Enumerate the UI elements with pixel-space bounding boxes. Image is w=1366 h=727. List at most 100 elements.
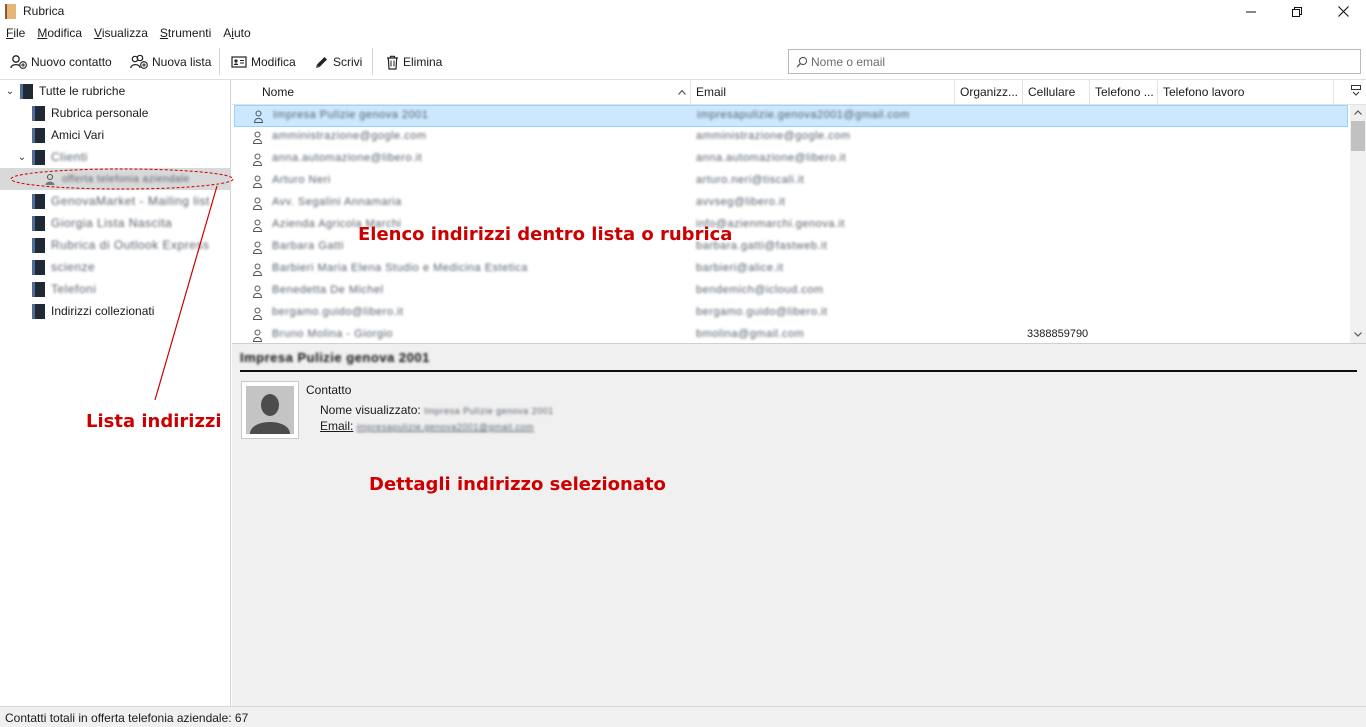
tree-item-indirizzi-collezionati[interactable]: Indirizzi collezionati	[0, 300, 231, 322]
mailing-list-icon	[45, 173, 55, 185]
address-book-icon	[5, 4, 16, 19]
restore-button[interactable]	[1274, 0, 1320, 23]
person-icon	[253, 219, 262, 232]
display-name-row: Nome visualizzato: Impresa Pulizie genov…	[320, 403, 554, 417]
tree-item-telefoni[interactable]: Telefoni	[0, 278, 231, 300]
person-icon	[253, 329, 262, 342]
tree-item-amici-vari[interactable]: Amici Vari	[0, 124, 231, 146]
write-button[interactable]: Scrivi	[312, 50, 364, 74]
contact-row[interactable]: Benedetta De Michel bendemich@icloud.com	[234, 281, 1348, 303]
tree-item-clienti[interactable]: ⌄ Clienti	[0, 146, 231, 168]
tree-item-genovamarket[interactable]: GenovaMarket - Mailing list	[0, 190, 231, 212]
address-book-icon	[32, 149, 45, 165]
person-icon	[253, 263, 262, 276]
minimize-icon	[1246, 11, 1256, 12]
address-book-icon	[32, 193, 45, 209]
column-organization[interactable]: Organizz...	[955, 80, 1023, 105]
sort-ascending-icon	[678, 89, 686, 95]
chevron-down-icon[interactable]: ⌄	[4, 86, 16, 97]
contact-row[interactable]: Barbieri Maria Elena Studio e Medicina E…	[234, 259, 1348, 281]
edit-label: Modifica	[251, 55, 296, 69]
annotation-detail-label: Dettagli indirizzo selezionato	[369, 474, 666, 495]
status-bar: Contatti totali in offerta telefonia azi…	[0, 706, 1366, 727]
new-contact-label: Nuovo contatto	[31, 55, 112, 69]
close-button[interactable]	[1320, 0, 1366, 23]
edit-card-icon	[231, 56, 247, 68]
scroll-down-icon[interactable]	[1354, 332, 1362, 337]
person-icon	[253, 131, 262, 144]
status-text: Contatti totali in offerta telefonia azi…	[5, 711, 249, 725]
window-title: Rubrica	[23, 4, 65, 18]
contact-row[interactable]: Arturo Neri arturo.neri@tiscali.it	[234, 171, 1348, 193]
search-field[interactable]	[788, 49, 1361, 74]
column-phone[interactable]: Telefono ...	[1090, 80, 1158, 105]
annotation-contacts-label: Elenco indirizzi dentro lista o rubrica	[358, 224, 733, 245]
address-book-icon	[32, 215, 45, 231]
delete-label: Elimina	[403, 55, 443, 69]
column-work-phone[interactable]: Telefono lavoro	[1158, 80, 1334, 105]
contact-row[interactable]: Avv. Segalini Annamaria avvseg@libero.it	[234, 193, 1348, 215]
tree-item-scienze[interactable]: scienze	[0, 256, 231, 278]
new-list-button[interactable]: Nuova lista	[128, 50, 213, 74]
restore-icon	[1292, 6, 1302, 17]
tree-item-rubrica-personale[interactable]: Rubrica personale	[0, 102, 231, 124]
column-name[interactable]: Nome	[257, 80, 691, 105]
column-picker-button[interactable]	[1350, 84, 1366, 101]
email-link[interactable]: impresapulizie.genova2001@gmail.com	[357, 422, 534, 432]
delete-button[interactable]: Elimina	[384, 50, 444, 74]
menu-aiuto[interactable]: Aiuto	[217, 23, 256, 43]
add-contact-icon	[10, 55, 27, 69]
edit-button[interactable]: Modifica	[229, 50, 298, 74]
title-bar: Rubrica	[0, 0, 1366, 23]
minimize-button[interactable]	[1228, 0, 1274, 23]
annotation-list-label: Lista indirizzi	[86, 411, 222, 432]
contact-list: Nome Email Organizz... Cellulare Telefon…	[232, 80, 1366, 344]
new-contact-button[interactable]: Nuovo contatto	[8, 50, 114, 74]
address-book-icon	[32, 237, 45, 253]
person-icon	[253, 307, 262, 320]
tree-item-all-books[interactable]: ⌄ Tutte le rubriche	[0, 80, 231, 102]
column-header: Nome Email Organizz... Cellulare Telefon…	[232, 80, 1366, 105]
menu-modifica[interactable]: Modifica	[31, 23, 88, 43]
address-book-icon	[32, 105, 45, 121]
chevron-down-icon[interactable]: ⌄	[16, 152, 28, 163]
menu-strumenti[interactable]: Strumenti	[154, 23, 217, 43]
vertical-scrollbar[interactable]	[1350, 105, 1366, 343]
write-label: Scrivi	[333, 55, 363, 69]
search-input[interactable]	[811, 51, 1351, 72]
menu-visualizza[interactable]: Visualizza	[88, 23, 154, 43]
tree-item-offerta-telefonia[interactable]: offerta telefonia aziendale	[0, 168, 231, 190]
contact-row[interactable]: amministrazione@gogle.com amministrazion…	[234, 127, 1348, 149]
address-book-icon	[32, 127, 45, 143]
menu-file[interactable]: File	[0, 23, 31, 43]
contact-row[interactable]: anna.automazione@libero.it anna.automazi…	[234, 149, 1348, 171]
contact-detail-pane: Impresa Pulizie genova 2001 Contatto Nom…	[232, 344, 1366, 706]
toolbar-separator	[372, 48, 373, 75]
address-book-icon	[20, 83, 33, 99]
search-icon	[796, 56, 808, 68]
scroll-up-icon[interactable]	[1354, 110, 1362, 115]
column-picker-icon	[1351, 85, 1361, 96]
contact-row[interactable]: Impresa Pulizie genova 2001 impresapuliz…	[234, 105, 1348, 127]
address-book-icon	[32, 281, 45, 297]
person-icon	[253, 175, 262, 188]
address-book-icon	[32, 303, 45, 319]
person-icon	[254, 110, 263, 123]
person-icon	[253, 285, 262, 298]
scroll-thumb[interactable]	[1351, 121, 1365, 151]
contact-photo	[241, 381, 299, 439]
tree-item-outlook-express[interactable]: Rubrica di Outlook Express	[0, 234, 231, 256]
add-list-icon	[130, 54, 148, 69]
trash-icon	[387, 55, 398, 70]
mobile-cell: 3388859790	[1027, 328, 1089, 340]
close-icon	[1337, 6, 1349, 17]
person-icon	[253, 153, 262, 166]
person-icon	[253, 197, 262, 210]
pencil-icon	[316, 56, 327, 68]
contact-row[interactable]: Bruno Molina - Giorgio bmolina@gmail.com…	[234, 325, 1348, 344]
column-mobile[interactable]: Cellulare	[1023, 80, 1090, 105]
menu-bar: File Modifica Visualizza Strumenti Aiuto	[0, 23, 1366, 43]
column-email[interactable]: Email	[691, 80, 955, 105]
tree-item-giorgia[interactable]: Giorgia Lista Nascita	[0, 212, 231, 234]
contact-row[interactable]: bergamo.guido@libero.it bergamo.guido@li…	[234, 303, 1348, 325]
